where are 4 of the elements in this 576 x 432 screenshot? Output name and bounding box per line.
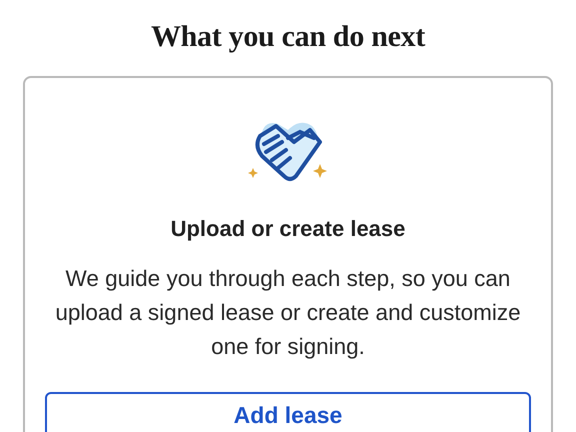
add-lease-button[interactable]: Add lease: [45, 392, 531, 432]
section-heading: What you can do next: [150, 20, 426, 54]
card-title: Upload or create lease: [170, 216, 406, 242]
card-description: We guide you through each step, so you can upload a signed lease or create and customize one for signing.: [54, 265, 522, 361]
